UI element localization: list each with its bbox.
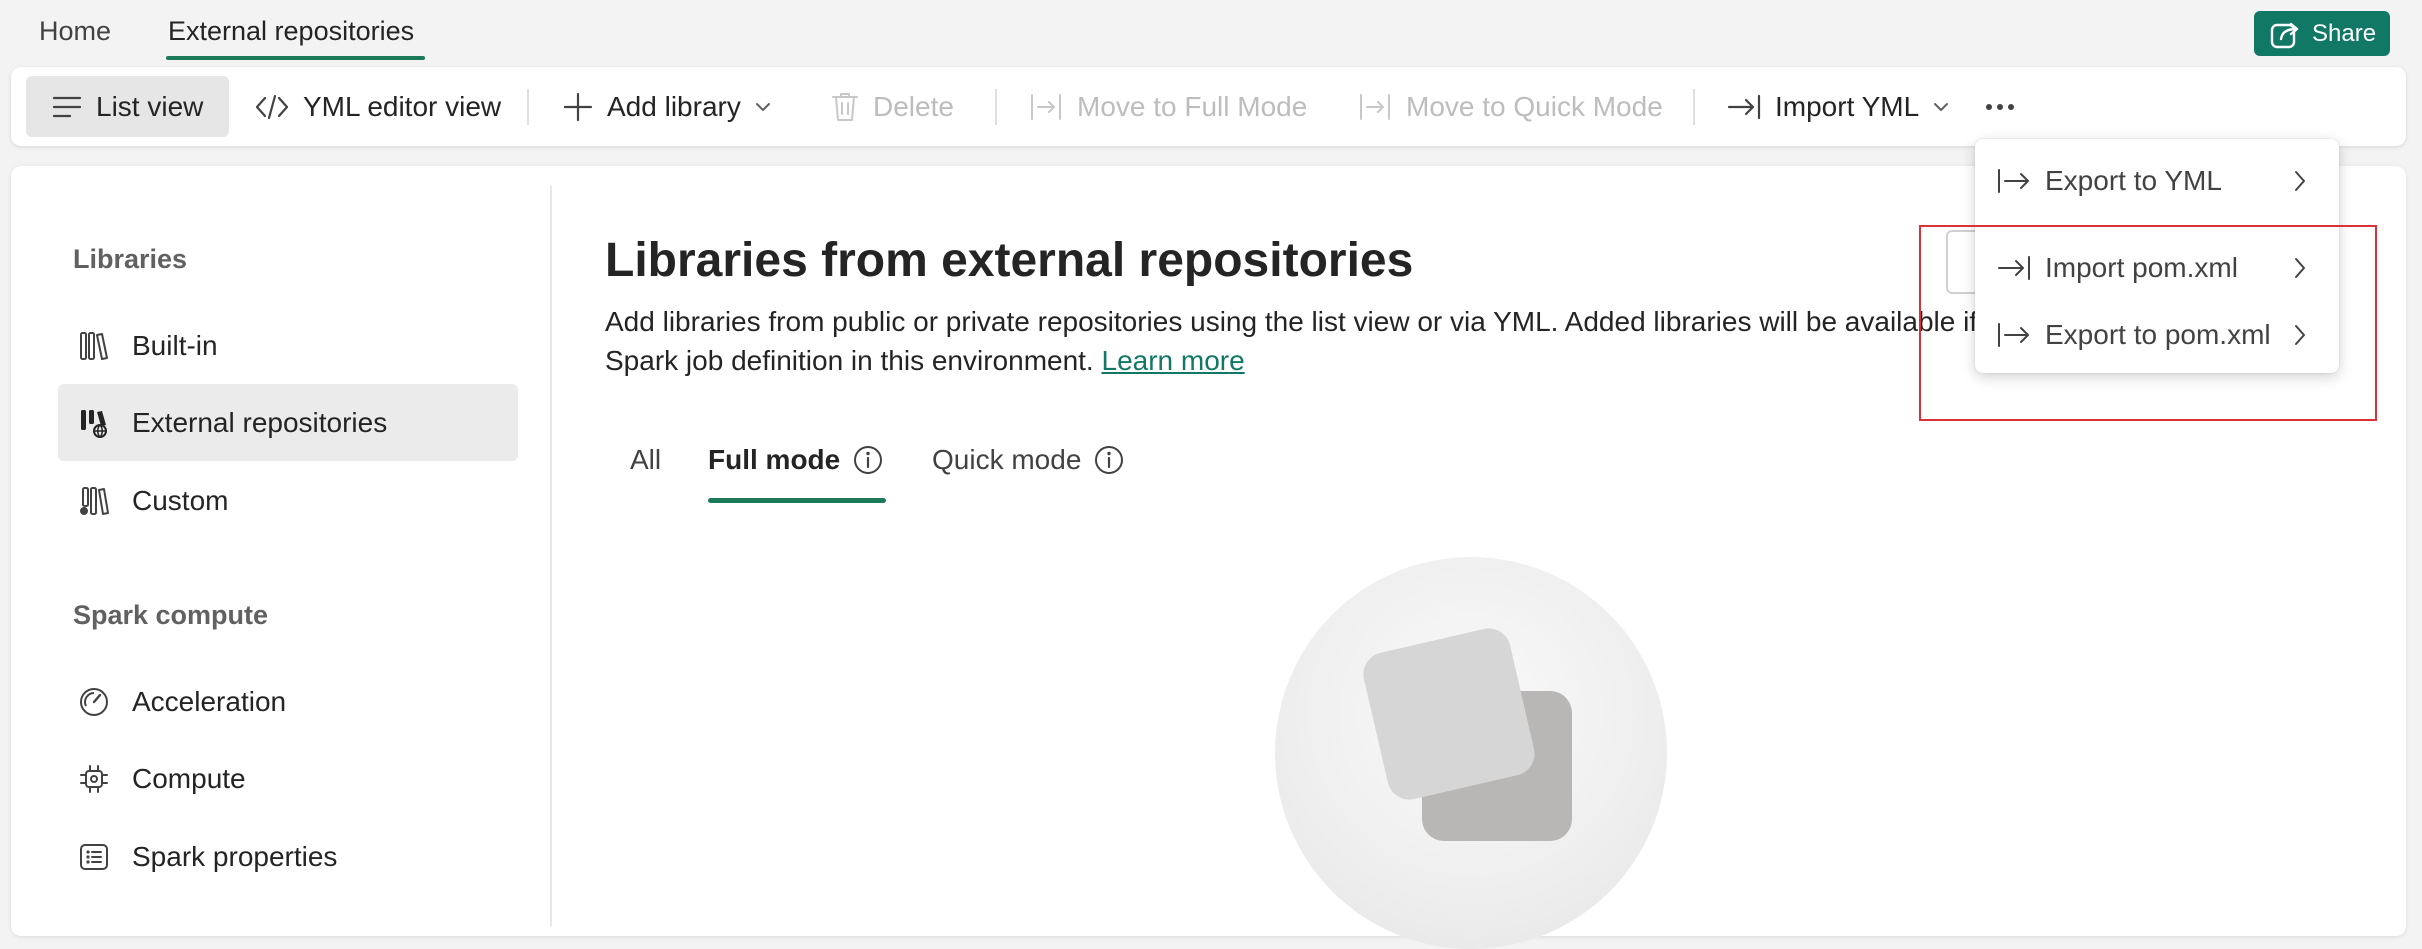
info-icon[interactable] bbox=[852, 444, 884, 476]
top-navigation: Home External repositories Share bbox=[0, 0, 2422, 62]
move-icon bbox=[1358, 92, 1392, 122]
export-icon bbox=[1997, 321, 2031, 349]
active-mode-indicator bbox=[708, 498, 886, 503]
menu-item-label: Export to pom.xml bbox=[2045, 319, 2271, 350]
import-yml-button[interactable]: Import YML bbox=[1727, 67, 1949, 146]
sidebar-item-compute[interactable]: Compute bbox=[58, 740, 518, 817]
chevron-down-icon bbox=[1933, 102, 1949, 112]
menu-item-label: Import pom.xml bbox=[2045, 252, 2238, 283]
move-icon bbox=[1029, 92, 1063, 122]
plus-icon bbox=[563, 92, 593, 122]
more-options-menu: Export to YML Import pom.xml Export to p… bbox=[1975, 139, 2339, 373]
tab-label: Full mode bbox=[708, 444, 841, 475]
description-line-2: Spark job definition in this environment… bbox=[605, 341, 2025, 380]
share-button[interactable]: Share bbox=[2254, 11, 2390, 56]
sidebar-item-built-in[interactable]: Built-in bbox=[58, 307, 518, 384]
import-icon bbox=[1727, 93, 1761, 121]
toolbar-divider bbox=[995, 89, 997, 125]
tab-external-repositories[interactable]: External repositories bbox=[168, 14, 414, 48]
list-view-label: List view bbox=[96, 90, 204, 122]
properties-list-icon bbox=[78, 841, 110, 873]
learn-more-link[interactable]: Learn more bbox=[1102, 345, 1245, 376]
sidebar-item-label: External repositories bbox=[132, 406, 388, 438]
chevron-right-icon bbox=[2293, 256, 2307, 280]
yml-editor-view-label: YML editor view bbox=[303, 90, 502, 122]
active-tab-indicator bbox=[166, 56, 425, 60]
tab-full-mode[interactable]: Full mode bbox=[708, 444, 884, 476]
delete-label: Delete bbox=[873, 90, 954, 122]
delete-button[interactable]: Delete bbox=[831, 67, 954, 146]
import-icon bbox=[1997, 254, 2031, 282]
move-to-quick-mode-button[interactable]: Move to Quick Mode bbox=[1358, 67, 1663, 146]
menu-item-export-to-yml[interactable]: Export to YML bbox=[1975, 151, 2339, 211]
list-view-button[interactable]: List view bbox=[26, 76, 230, 137]
sidebar-item-label: Spark properties bbox=[132, 840, 338, 872]
yml-editor-view-button[interactable]: YML editor view bbox=[255, 67, 501, 146]
code-icon bbox=[255, 94, 289, 120]
sidebar-item-label: Built-in bbox=[132, 329, 218, 361]
library-globe-icon bbox=[78, 407, 110, 439]
sidebar-item-label: Compute bbox=[132, 762, 246, 794]
info-icon[interactable] bbox=[1093, 444, 1125, 476]
tab-label: All bbox=[630, 444, 662, 475]
toolbar-divider bbox=[527, 89, 529, 125]
chip-icon bbox=[78, 763, 110, 795]
trash-icon bbox=[831, 91, 859, 123]
tab-quick-mode[interactable]: Quick mode bbox=[932, 444, 1125, 476]
chevron-down-icon bbox=[755, 102, 771, 112]
menu-item-label: Export to YML bbox=[2045, 165, 2222, 196]
add-library-label: Add library bbox=[607, 90, 741, 122]
share-label: Share bbox=[2312, 19, 2377, 47]
libraries-heading: Libraries bbox=[73, 244, 188, 274]
page-description: Add libraries from public or private rep… bbox=[605, 302, 2025, 380]
sidebar-item-spark-properties[interactable]: Spark properties bbox=[58, 818, 518, 895]
menu-item-import-pom-xml[interactable]: Import pom.xml bbox=[1975, 238, 2339, 298]
spark-compute-heading: Spark compute bbox=[73, 600, 269, 630]
tab-home[interactable]: Home bbox=[39, 14, 111, 48]
description-line-1: Add libraries from public or private rep… bbox=[605, 306, 2015, 337]
sidebar-item-custom[interactable]: Custom bbox=[58, 462, 518, 539]
library-icon bbox=[78, 330, 110, 362]
chevron-right-icon bbox=[2293, 169, 2307, 193]
chevron-right-icon bbox=[2293, 323, 2307, 347]
add-library-button[interactable]: Add library bbox=[563, 67, 771, 146]
import-yml-label: Import YML bbox=[1775, 90, 1920, 122]
library-custom-icon bbox=[78, 485, 110, 517]
empty-state-illustration bbox=[1275, 557, 1667, 949]
move-to-full-mode-button[interactable]: Move to Full Mode bbox=[1029, 67, 1307, 146]
sidebar-item-acceleration[interactable]: Acceleration bbox=[58, 663, 518, 740]
sidebar-item-label: Acceleration bbox=[132, 685, 287, 717]
toolbar: List view YML editor view Add library De… bbox=[11, 67, 2406, 146]
description-text: Spark job definition in this environment… bbox=[605, 345, 1094, 376]
sidebar-item-external-repositories[interactable]: External repositories bbox=[58, 384, 518, 461]
sidebar-item-label: Custom bbox=[132, 484, 229, 516]
menu-item-export-to-pom-xml[interactable]: Export to pom.xml bbox=[1975, 305, 2339, 365]
move-to-quick-mode-label: Move to Quick Mode bbox=[1406, 90, 1663, 122]
more-horizontal-icon bbox=[1985, 103, 2015, 111]
toolbar-divider bbox=[1693, 89, 1695, 125]
tab-label: Quick mode bbox=[932, 444, 1082, 475]
page-title: Libraries from external repositories bbox=[605, 234, 1414, 287]
export-icon bbox=[1997, 167, 2031, 195]
share-icon bbox=[2270, 19, 2302, 49]
tab-all[interactable]: All bbox=[630, 444, 661, 476]
speedometer-icon bbox=[78, 686, 110, 718]
list-icon bbox=[52, 95, 82, 119]
move-to-full-mode-label: Move to Full Mode bbox=[1077, 90, 1308, 122]
more-options-button[interactable] bbox=[1985, 67, 2015, 146]
sidebar-divider bbox=[550, 186, 552, 926]
